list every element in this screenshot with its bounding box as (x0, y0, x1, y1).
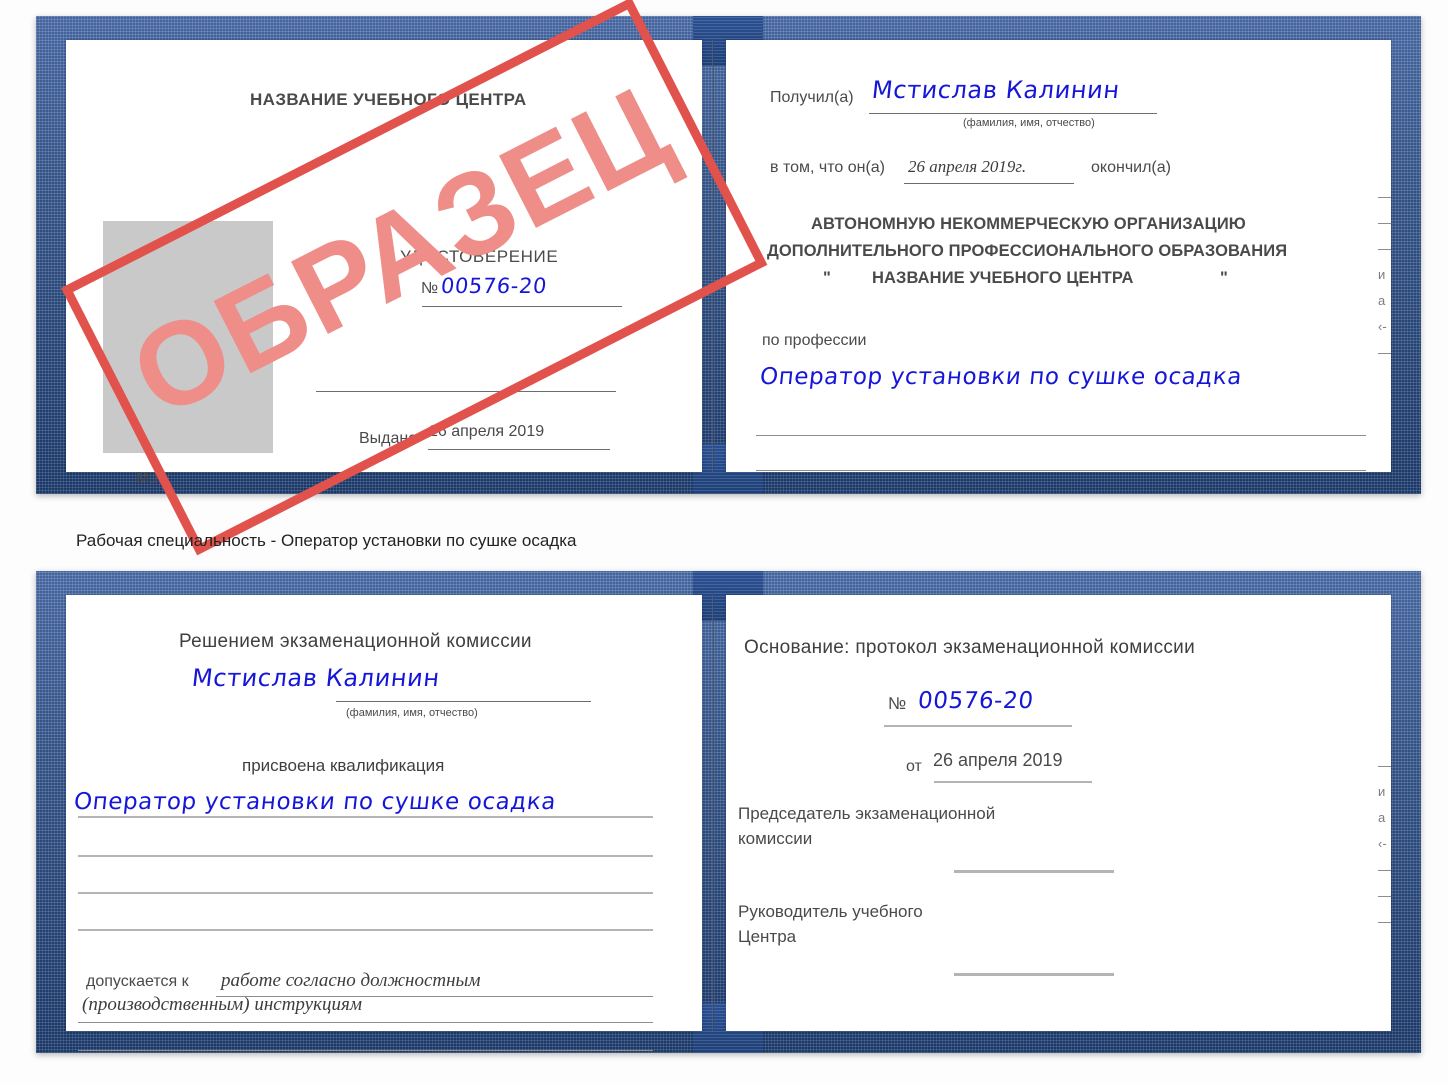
edge-bit: — (1378, 914, 1391, 929)
edge-bit: и (1378, 784, 1386, 799)
received-rule (869, 113, 1157, 114)
edge-bleed-text-top: — — — и а ‹- — (1378, 184, 1391, 366)
edge-bit: — (1378, 189, 1391, 204)
edge-bit: — (1378, 215, 1391, 230)
basis-number-label: № (888, 694, 907, 713)
page-bottom-left: Решением экзаменационной комиссии Мстисл… (66, 595, 702, 1051)
profession-rule-1 (756, 435, 1366, 436)
training-center-name-top: НАЗВАНИЕ УЧЕБНОГО ЦЕНТРА (250, 90, 527, 109)
edge-bit: и (1378, 267, 1386, 282)
received-value: Мстислав Калинин (870, 76, 1122, 104)
admitted-label: допускается к (86, 973, 189, 990)
number-rule-top (422, 306, 622, 307)
edge-bit: ‹- (1378, 319, 1387, 334)
blank-rule-top-1 (316, 391, 616, 392)
number-label-top: № (421, 280, 439, 297)
basis-date-value: 26 апреля 2019 (933, 750, 1063, 770)
admitted-rule-3 (78, 1050, 653, 1051)
basis-label: Основание: протокол экзаменационной коми… (744, 637, 1196, 658)
quali-rule-2 (78, 855, 653, 857)
head-signature-rule (954, 973, 1114, 976)
spine-line-top (712, 40, 714, 472)
received-label: Получил(а) (770, 89, 854, 106)
decision-label: Решением экзаменационной комиссии (179, 631, 532, 652)
admitted-value-line-2: (производственным) инструкциям (82, 994, 362, 1015)
org-quote-close: " (1220, 269, 1228, 287)
org-line-1: АВТОНОМНУЮ НЕКОММЕРЧЕСКУЮ ОРГАНИЗАЦИЮ (811, 215, 1246, 233)
chairman-line-2: комиссии (738, 829, 813, 848)
decision-name-value: Мстислав Калинин (190, 664, 442, 692)
head-line-2: Центра (738, 927, 797, 946)
page-top-right: Получил(а) Мстислав Калинин (фамилия, им… (726, 40, 1391, 472)
edge-bit: — (1378, 862, 1391, 877)
udostoverenie-title: УДОСТОВЕРЕНИЕ (400, 247, 559, 266)
admitted-value-line-1: работе согласно должностным (221, 970, 481, 991)
basis-number-value: 00576-20 (916, 688, 1035, 714)
edge-bit: — (1378, 758, 1391, 773)
that-he-value: 26 апреля 2019г. (908, 157, 1027, 176)
photo-placeholder-box (103, 221, 273, 453)
number-value-top: 00576-20 (439, 274, 549, 298)
qualification-value: Оператор установки по сушке осадка (72, 789, 558, 815)
qualification-label: присвоена квалификация (242, 756, 445, 775)
basis-number-rule (884, 725, 1072, 727)
profession-rule-2 (756, 470, 1366, 471)
quali-rule-3 (78, 892, 653, 894)
spine-line-bottom (712, 595, 714, 1031)
org-line-3: НАЗВАНИЕ УЧЕБНОГО ЦЕНТРА (872, 269, 1134, 287)
edge-bit: ‹- (1378, 836, 1387, 851)
finished-label: окончил(а) (1091, 159, 1171, 176)
chairman-line-1: Председатель экзаменационной (738, 804, 996, 823)
edge-bleed-text-bottom: — и а ‹- — — — (1378, 753, 1391, 935)
profession-label: по профессии (762, 332, 867, 349)
issued-rule-top (428, 449, 610, 450)
edge-bit: — (1378, 345, 1391, 360)
head-line-1: Руководитель учебного (738, 902, 923, 921)
edge-bit: — (1378, 888, 1391, 903)
certificate-top: НАЗВАНИЕ УЧЕБНОГО ЦЕНТРА УДОСТОВЕРЕНИЕ №… (36, 16, 1421, 494)
screenshot-canvas: НАЗВАНИЕ УЧЕБНОГО ЦЕНТРА УДОСТОВЕРЕНИЕ №… (0, 0, 1448, 1085)
basis-date-label: от (906, 758, 922, 775)
admitted-rule-2 (78, 1022, 653, 1023)
that-he-label: в том, что он(а) (770, 159, 885, 176)
org-line-2: ДОПОЛНИТЕЛЬНОГО ПРОФЕССИОНАЛЬНОГО ОБРАЗО… (767, 242, 1288, 260)
that-he-rule (904, 183, 1074, 184)
decision-name-rule (336, 701, 591, 702)
page-bottom-right: Основание: протокол экзаменационной коми… (726, 595, 1391, 1031)
chairman-signature-rule (954, 870, 1114, 873)
edge-bit: а (1378, 810, 1386, 825)
received-hint: (фамилия, имя, отчество) (963, 117, 1095, 129)
edge-bit: а (1378, 293, 1386, 308)
profession-value: Оператор установки по сушке осадка (758, 364, 1244, 390)
issued-value-top: 26 апреля 2019 (429, 423, 545, 440)
decision-name-hint: (фамилия, имя, отчество) (346, 707, 478, 719)
seal-place-label: М.П. (136, 470, 170, 487)
certificate-bottom: Решением экзаменационной комиссии Мстисл… (36, 571, 1421, 1053)
edge-bit: — (1378, 241, 1391, 256)
quali-rule-1 (78, 816, 653, 818)
page-caption: Рабочая специальность - Оператор установ… (76, 531, 577, 550)
quali-rule-4 (78, 929, 653, 931)
org-quote-open: " (823, 269, 831, 287)
basis-date-rule (934, 781, 1092, 783)
issued-label-top: Выдано (359, 430, 418, 447)
